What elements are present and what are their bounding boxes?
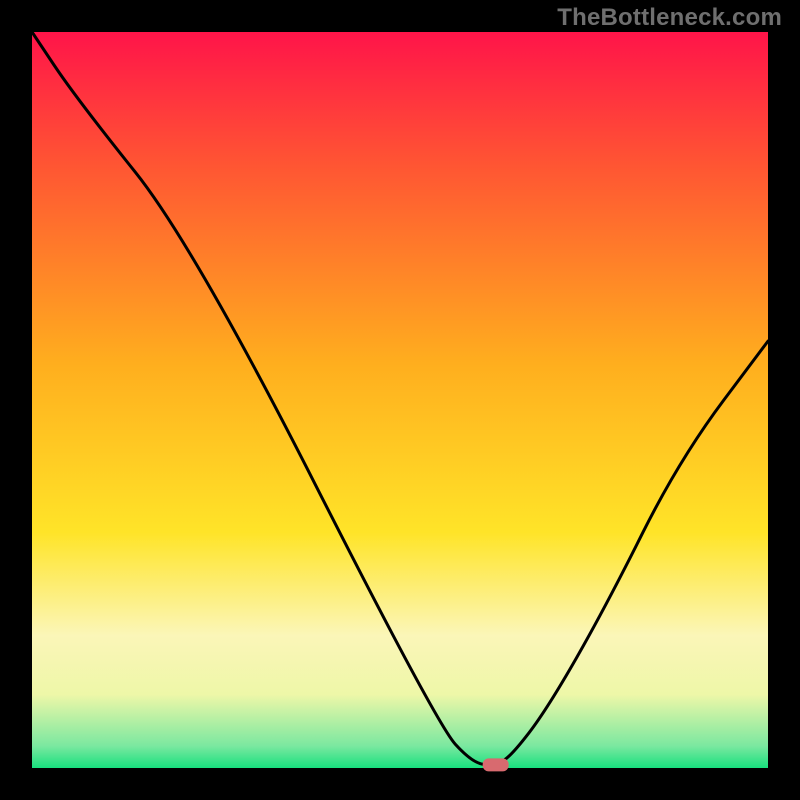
plot-area (32, 32, 768, 768)
bottleneck-chart (0, 0, 800, 800)
optimal-marker (483, 758, 509, 771)
chart-container: TheBottleneck.com (0, 0, 800, 800)
watermark-text: TheBottleneck.com (557, 4, 782, 32)
